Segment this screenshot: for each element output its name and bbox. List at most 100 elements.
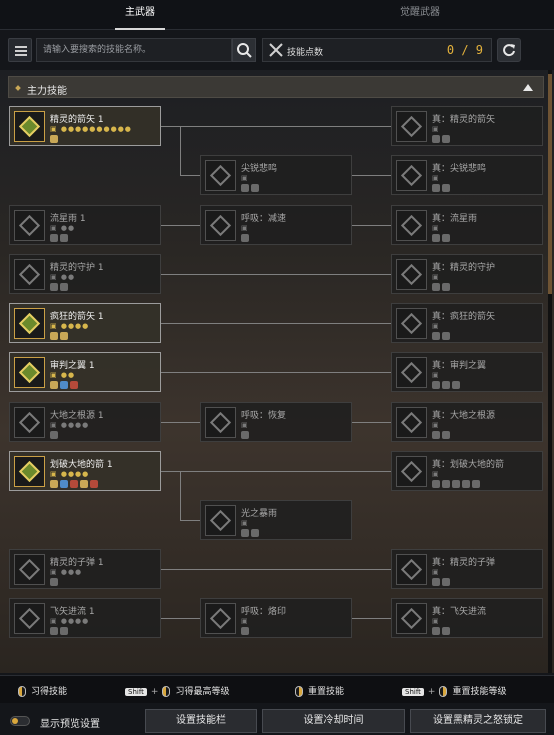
skill-name: 划破大地的箭 1 — [50, 460, 113, 470]
section-header[interactable]: 主力技能 — [8, 76, 544, 98]
skill-node[interactable]: 真：精灵的箭矢 ▣ — [391, 106, 543, 146]
skill-type-icons — [50, 332, 70, 341]
menu-icon-line — [15, 54, 27, 56]
bottom-bar: 显示预览设置 设置技能栏 设置冷却时间 设置黑精灵之怒锁定 — [0, 705, 554, 735]
skill-node[interactable]: 真：疯狂的箭矢 ▣ — [391, 303, 543, 343]
skill-type-icon — [432, 627, 440, 635]
skill-node[interactable]: 精灵的守护 1 ▣ ●● — [9, 254, 161, 294]
skill-type-icons — [50, 627, 70, 636]
skill-node[interactable]: 尖锐悲鸣 ▣ — [200, 155, 352, 195]
skill-level-dots: ▣ — [432, 371, 440, 379]
connector-line — [161, 274, 391, 275]
skill-icon — [396, 407, 427, 438]
skill-node[interactable]: 流星雨 1 ▣ ●● — [9, 205, 161, 245]
skill-level-dots: ▣ ●●●●●●●●●● — [50, 125, 132, 133]
skill-type-icons — [241, 184, 261, 193]
refresh-icon — [503, 44, 515, 57]
skill-node[interactable]: 光之暴雨 ▣ — [200, 500, 352, 540]
skill-icon — [14, 603, 45, 634]
skill-type-icon — [432, 381, 440, 389]
skill-node[interactable]: 精灵的子弹 1 ▣ ●●● — [9, 549, 161, 589]
skill-name: 呼吸：恢复 — [241, 411, 287, 421]
menu-button[interactable] — [8, 38, 32, 62]
set-fury-lock-button[interactable]: 设置黑精灵之怒锁定 — [410, 709, 546, 733]
skill-name: 真：精灵的子弹 — [432, 558, 496, 568]
skill-node[interactable]: 真：审判之翼 ▣ — [391, 352, 543, 392]
scrollbar-thumb[interactable] — [548, 74, 552, 294]
refresh-button[interactable] — [497, 38, 521, 62]
skill-type-icons — [50, 381, 80, 390]
skill-points-label: 技能点数 — [287, 48, 324, 58]
skill-name: 真：精灵的箭矢 — [432, 115, 496, 125]
skill-node[interactable]: 真：精灵的守护 ▣ — [391, 254, 543, 294]
skill-type-icon — [442, 184, 450, 192]
right-click-icon — [295, 686, 303, 697]
skill-type-icons — [241, 627, 251, 636]
shift-key: Shift — [125, 687, 147, 696]
connector-line — [161, 471, 391, 472]
shift-key: Shift — [402, 687, 424, 696]
crossed-swords-icon — [269, 43, 283, 57]
skill-level-dots: ▣ — [432, 322, 440, 330]
skill-node[interactable]: 真：流星雨 ▣ — [391, 205, 543, 245]
scrollbar[interactable] — [548, 70, 552, 673]
skill-icon — [396, 160, 427, 191]
connector-line — [161, 323, 391, 324]
skill-icon — [396, 357, 427, 388]
skill-type-icon — [50, 431, 58, 439]
connector-line — [352, 175, 391, 176]
skill-type-icon — [50, 578, 58, 586]
set-cooldown-button[interactable]: 设置冷却时间 — [262, 709, 405, 733]
skill-icon — [396, 259, 427, 290]
connector-line — [161, 225, 200, 226]
skill-node[interactable]: 真：飞矢进流 ▣ — [391, 598, 543, 638]
skill-type-icons — [432, 283, 452, 292]
skill-name: 审判之翼 1 — [50, 361, 95, 371]
skill-node[interactable]: 呼吸：恢复 ▣ — [200, 402, 352, 442]
skill-node[interactable]: 呼吸：减速 ▣ — [200, 205, 352, 245]
skill-name: 呼吸：烙印 — [241, 607, 287, 617]
skill-node[interactable]: 真：尖锐悲鸣 ▣ — [391, 155, 543, 195]
skill-type-icon — [442, 578, 450, 586]
skill-node[interactable]: 呼吸：烙印 ▣ — [200, 598, 352, 638]
skill-level-dots: ▣ — [432, 568, 440, 576]
set-skillbar-button[interactable]: 设置技能栏 — [145, 709, 257, 733]
skill-node[interactable]: 划破大地的箭 1 ▣ ●●●● — [9, 451, 161, 491]
skill-node[interactable]: 真：精灵的子弹 ▣ — [391, 549, 543, 589]
skill-icon — [14, 407, 45, 438]
skill-node[interactable]: 真：划破大地的箭 ▣ — [391, 451, 543, 491]
skill-name: 流星雨 1 — [50, 214, 86, 224]
skill-level-dots: ▣ ●● — [50, 273, 76, 281]
skill-type-icon — [70, 381, 78, 389]
connector-line — [352, 225, 391, 226]
skill-type-icon — [241, 529, 249, 537]
skill-node[interactable]: 大地之根源 1 ▣ ●●●● — [9, 402, 161, 442]
skill-icon — [396, 456, 427, 487]
preview-toggle[interactable] — [10, 716, 30, 726]
skill-type-icons — [50, 578, 60, 587]
skill-type-icons — [432, 627, 452, 636]
skill-type-icons — [432, 431, 452, 440]
skill-node[interactable]: 真：大地之根源 ▣ — [391, 402, 543, 442]
skill-name: 尖锐悲鸣 — [241, 164, 278, 174]
skill-icon — [14, 456, 45, 487]
tab-awakening-weapon[interactable]: 觉醒武器 — [385, 0, 455, 30]
skill-node[interactable]: 审判之翼 1 ▣ ●● — [9, 352, 161, 392]
skill-type-icons — [432, 332, 452, 341]
skill-type-icons — [432, 234, 452, 243]
skill-type-icon — [241, 234, 249, 242]
skill-node[interactable]: 精灵的箭矢 1 ▣ ●●●●●●●●●● — [9, 106, 161, 146]
skill-icon — [205, 160, 236, 191]
skill-node[interactable]: 飞矢进流 1 ▣ ●●●● — [9, 598, 161, 638]
tab-main-weapon[interactable]: 主武器 — [115, 0, 165, 30]
skill-type-icon — [251, 184, 259, 192]
menu-icon-line — [15, 50, 27, 52]
skill-type-icon — [90, 480, 98, 488]
skill-node[interactable]: 疯狂的箭矢 1 ▣ ●●●● — [9, 303, 161, 343]
skill-type-icons — [432, 578, 452, 587]
skill-type-icon — [241, 627, 249, 635]
skill-name: 真：审判之翼 — [432, 361, 487, 371]
search-input[interactable] — [36, 38, 232, 62]
search-button[interactable] — [232, 38, 256, 62]
collapse-icon[interactable] — [523, 84, 533, 91]
